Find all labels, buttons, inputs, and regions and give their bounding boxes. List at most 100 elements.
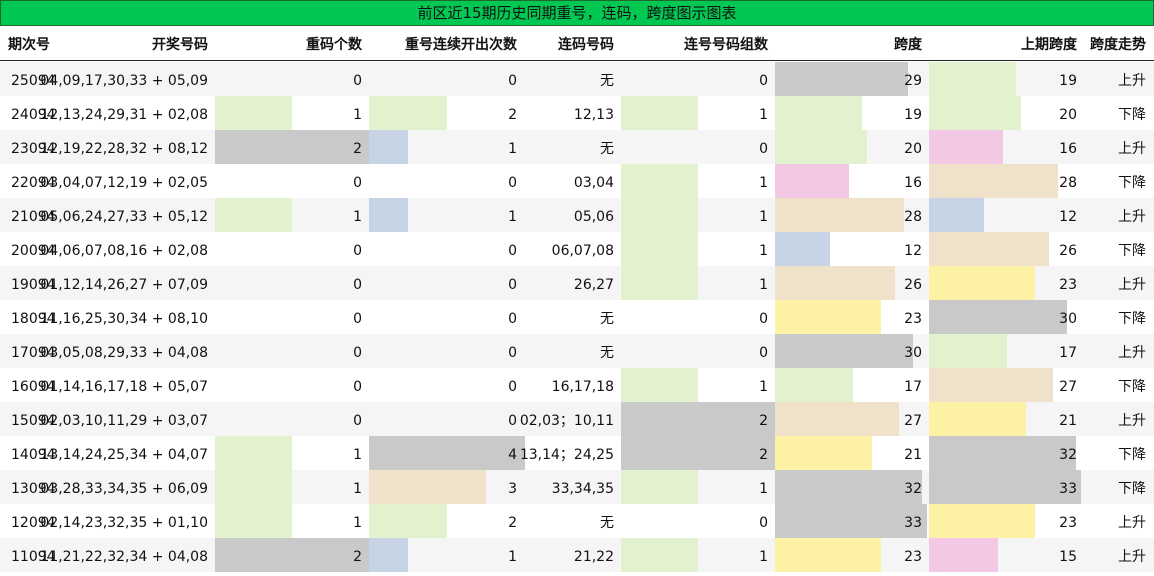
consec-groups-cell: 0 (759, 345, 768, 361)
repeat-streak-cell: 0 (508, 413, 517, 429)
span-bar (775, 300, 881, 334)
numbers-cell: 03,28,33,34,35 + 06,09 (40, 481, 208, 497)
header-span: 跨度 (894, 37, 922, 53)
repeat-streak-bar (369, 96, 447, 130)
repeat-count-cell: 0 (353, 243, 362, 259)
numbers-cell: 02,14,23,32,35 + 01,10 (40, 515, 208, 531)
consec-groups-cell: 1 (759, 277, 768, 293)
span-trend-cell: 上升 (1118, 73, 1146, 89)
numbers-cell: 02,03,10,11,29 + 03,07 (40, 413, 208, 429)
table-row: 12094 02,14,23,32,35 + 01,10 1 2 无 0 33 23 上升 (0, 504, 1154, 538)
prev-span-cell: 26 (1059, 243, 1077, 259)
span-trend-cell: 下降 (1118, 379, 1146, 395)
consec-groups-cell: 0 (759, 141, 768, 157)
prev-span-cell: 21 (1059, 413, 1077, 429)
repeat-count-bar (215, 538, 369, 572)
table-row: 16094 01,14,16,17,18 + 05,07 0 0 16,17,18 1 17… (0, 368, 1154, 402)
consec-groups-bar (621, 538, 698, 572)
consec-groups-cell: 0 (759, 73, 768, 89)
span-trend-cell: 下降 (1118, 243, 1146, 259)
consec-groups-bar (621, 368, 698, 402)
repeat-streak-cell: 1 (508, 549, 517, 565)
repeat-count-cell: 1 (353, 515, 362, 531)
repeat-count-cell: 0 (353, 345, 362, 361)
header-repeat-streak: 重号连续开出次数 (405, 37, 517, 53)
repeat-count-cell: 0 (353, 379, 362, 395)
consec-numbers-cell: 无 (600, 141, 614, 157)
consec-groups-bar (621, 266, 698, 300)
prev-span-cell: 28 (1059, 175, 1077, 191)
repeat-count-cell: 1 (353, 209, 362, 225)
consec-groups-cell: 0 (759, 311, 768, 327)
consec-numbers-cell: 06,07,08 (551, 243, 614, 259)
span-trend-cell: 下降 (1118, 175, 1146, 191)
repeat-streak-bar (369, 504, 447, 538)
repeat-count-cell: 2 (353, 549, 362, 565)
span-cell: 21 (904, 447, 922, 463)
numbers-cell: 01,12,14,26,27 + 07,09 (40, 277, 208, 293)
table-row: 24094 12,13,24,29,31 + 02,08 1 2 12,13 1 19 20 下… (0, 96, 1154, 130)
table-row: 15094 02,03,10,11,29 + 03,07 0 0 02,03；10,11… (0, 402, 1154, 436)
prev-span-bar (929, 436, 1076, 470)
header-consec-numbers: 连码号码 (558, 37, 614, 53)
consec-numbers-cell: 26,27 (573, 277, 614, 293)
consec-groups-cell: 2 (759, 447, 768, 463)
prev-span-cell: 19 (1059, 73, 1077, 89)
span-cell: 16 (904, 175, 922, 191)
repeat-streak-cell: 4 (508, 447, 517, 463)
table-header: 期次号 开奖号码 重码个数 重号连续开出次数 连码号码 连号号码组数 跨度 上期… (0, 26, 1154, 61)
span-cell: 12 (904, 243, 922, 259)
repeat-streak-cell: 2 (508, 107, 517, 123)
span-bar (775, 368, 853, 402)
table-row: 11094 11,21,22,32,34 + 04,08 2 1 21,22 1 23 15 上… (0, 538, 1154, 572)
span-cell: 32 (904, 481, 922, 497)
span-trend-cell: 上升 (1118, 549, 1146, 565)
repeat-streak-bar (369, 538, 408, 572)
consec-groups-cell: 1 (759, 481, 768, 497)
span-trend-cell: 上升 (1118, 345, 1146, 361)
numbers-cell: 12,19,22,28,32 + 08,12 (40, 141, 208, 157)
span-bar (775, 232, 830, 266)
consec-numbers-cell: 无 (600, 73, 614, 89)
span-trend-cell: 下降 (1118, 447, 1146, 463)
numbers-cell: 04,06,07,08,16 + 02,08 (40, 243, 208, 259)
consec-groups-cell: 1 (759, 107, 768, 123)
prev-span-bar (929, 266, 1035, 300)
consec-numbers-cell: 13,14；24,25 (519, 447, 614, 463)
numbers-cell: 11,16,25,30,34 + 08,10 (40, 311, 208, 327)
span-cell: 23 (904, 549, 922, 565)
header-numbers: 开奖号码 (152, 37, 208, 53)
span-bar (775, 436, 872, 470)
prev-span-cell: 33 (1059, 481, 1077, 497)
span-trend-cell: 上升 (1118, 515, 1146, 531)
repeat-streak-bar (369, 470, 486, 504)
prev-span-cell: 15 (1059, 549, 1077, 565)
prev-span-bar (929, 62, 1016, 96)
prev-span-bar (929, 368, 1053, 402)
span-cell: 23 (904, 311, 922, 327)
prev-span-bar (929, 130, 1003, 164)
prev-span-bar (929, 232, 1049, 266)
header-prev-span: 上期跨度 (1021, 37, 1077, 53)
repeat-streak-cell: 2 (508, 515, 517, 531)
repeat-streak-bar (369, 198, 408, 232)
consec-groups-cell: 2 (759, 413, 768, 429)
span-trend-cell: 上升 (1118, 141, 1146, 157)
repeat-count-bar (215, 130, 369, 164)
prev-span-bar (929, 198, 984, 232)
repeat-count-cell: 1 (353, 481, 362, 497)
span-bar (775, 334, 913, 368)
span-bar (775, 470, 922, 504)
span-trend-cell: 上升 (1118, 277, 1146, 293)
repeat-count-cell: 1 (353, 447, 362, 463)
numbers-cell: 13,14,24,25,34 + 04,07 (40, 447, 208, 463)
consec-numbers-cell: 12,13 (573, 107, 614, 123)
table-row: 17094 03,05,08,29,33 + 04,08 0 0 无 0 30 17 上升 (0, 334, 1154, 368)
header-span-trend: 跨度走势 (1090, 37, 1146, 53)
prev-span-cell: 30 (1059, 311, 1077, 327)
span-bar (775, 198, 904, 232)
numbers-cell: 03,04,07,12,19 + 02,05 (40, 175, 208, 191)
span-trend-cell: 上升 (1118, 209, 1146, 225)
consec-numbers-cell: 21,22 (573, 549, 614, 565)
span-cell: 20 (904, 141, 922, 157)
